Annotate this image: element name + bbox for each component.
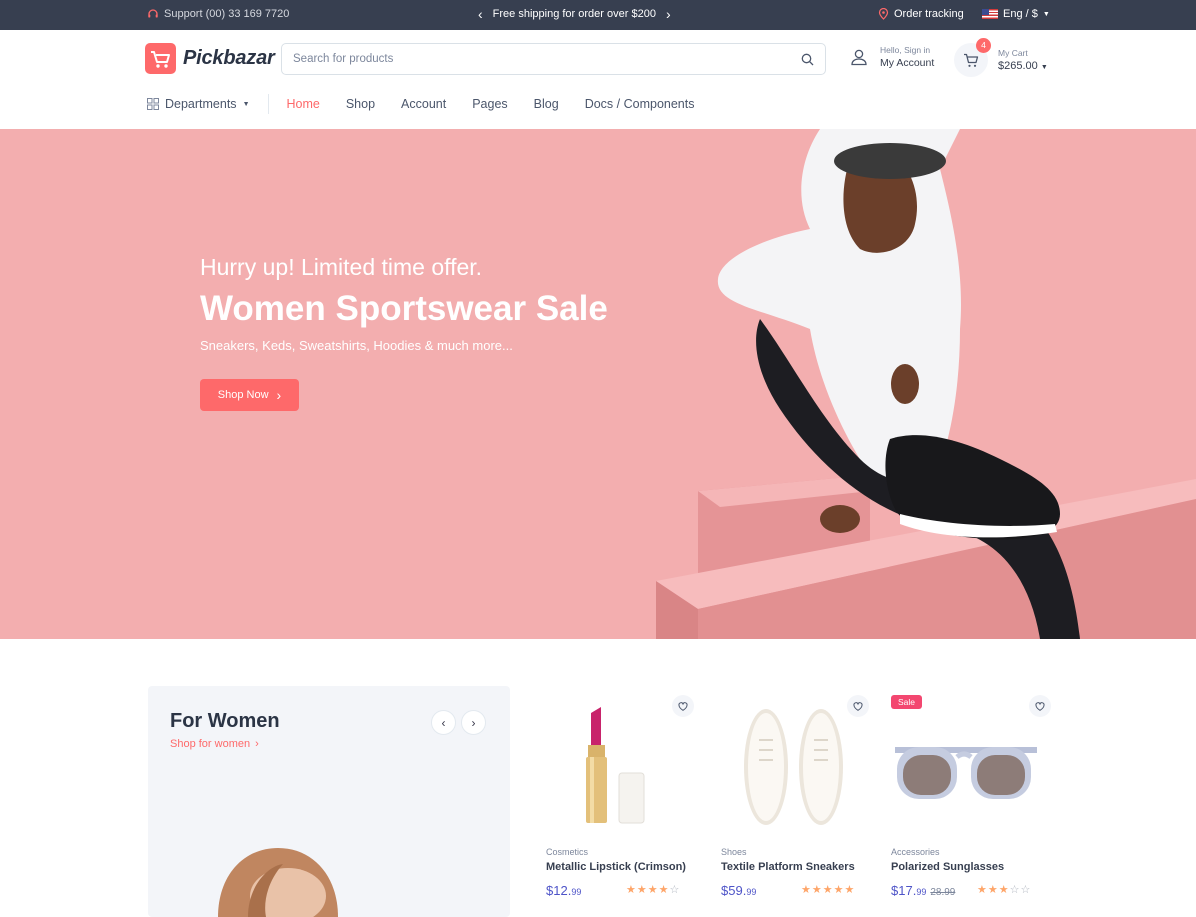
sneakers-image: [744, 709, 843, 825]
departments-label: Departments: [165, 97, 237, 111]
account-link[interactable]: Hello, Sign in My Account: [850, 45, 934, 69]
promo-text: Free shipping for order over $200: [492, 8, 656, 20]
old-price: 28.99: [930, 887, 956, 898]
departments-menu[interactable]: Departments ▼: [147, 94, 269, 114]
product-card[interactable]: Shoes Textile Platform Sneakers $59.99 ★…: [721, 690, 881, 917]
product-price: $59.99: [721, 883, 756, 898]
caret-down-icon: ▼: [1042, 10, 1050, 18]
price-cents: 99: [746, 887, 757, 897]
rating-stars: ★★★☆☆: [977, 883, 1031, 896]
chevron-right-icon: ›: [276, 387, 282, 403]
cart-icon: [964, 53, 979, 67]
star-filled-icon: ★★★: [977, 884, 1010, 896]
cart-widget[interactable]: 4 My Cart $265.00 ▼: [954, 38, 1048, 77]
promo-next-icon[interactable]: ›: [666, 7, 671, 21]
map-pin-icon: [878, 8, 889, 20]
nav-item-home[interactable]: Home: [287, 97, 320, 111]
product-name[interactable]: Polarized Sunglasses: [891, 861, 1004, 873]
product-category: Shoes: [721, 847, 747, 857]
product-price: $17.99 28.99: [891, 883, 955, 898]
price-main: $59.: [721, 883, 747, 898]
cart-count-badge: 4: [976, 38, 991, 53]
search-input[interactable]: [293, 53, 801, 65]
account-label: My Account: [880, 57, 935, 69]
tracking-text: Order tracking: [894, 8, 964, 20]
language-currency-selector[interactable]: Eng / $ ▼: [982, 8, 1050, 20]
main-nav: Departments ▼ Home Shop Account Pages Bl…: [147, 94, 694, 114]
price-main: $12.: [546, 883, 572, 898]
star-empty-icon: ☆: [669, 884, 681, 896]
product-card[interactable]: Sale Accessories Polarized Sunglasses $1…: [891, 690, 1051, 917]
shop-now-button[interactable]: Shop Now ›: [200, 379, 299, 411]
cart-total: $265.00 ▼: [998, 60, 1048, 72]
price-cents: 99: [916, 887, 927, 897]
for-women-card: For Women Shop for women › ‹ ›: [148, 686, 510, 917]
cart-total-value: $265.00: [998, 60, 1038, 72]
caret-down-icon: ▼: [1040, 64, 1048, 71]
grid-icon: [147, 98, 159, 110]
headset-icon: [148, 9, 158, 18]
product-price: $12.99: [546, 883, 581, 898]
lipstick-image: [586, 707, 645, 824]
cart-label: My Cart: [998, 48, 1028, 58]
search-icon[interactable]: [801, 53, 814, 66]
caret-down-icon: ▼: [242, 100, 250, 108]
search-bar: [281, 43, 826, 75]
star-filled-icon: ★★★★: [626, 884, 670, 896]
hero-kicker: Hurry up! Limited time offer.: [200, 254, 483, 280]
nav-item-docs[interactable]: Docs / Components: [585, 97, 695, 111]
product-category: Cosmetics: [546, 847, 589, 857]
price-cents: 99: [571, 887, 582, 897]
promo-carousel: ‹ Free shipping for order over $200 ›: [478, 7, 671, 21]
product-name[interactable]: Textile Platform Sneakers: [721, 861, 855, 873]
women-model-image: [218, 848, 338, 917]
sunglasses-image: [895, 747, 1037, 799]
rating-stars: ★★★★★: [801, 883, 855, 896]
language-text: Eng / $: [1003, 8, 1038, 20]
cart-button[interactable]: 4: [954, 38, 991, 77]
order-tracking-link[interactable]: Order tracking: [878, 8, 964, 20]
user-icon: [851, 49, 867, 66]
account-greeting: Hello, Sign in: [880, 45, 931, 55]
star-filled-icon: ★★★★★: [801, 884, 856, 896]
top-bar: Support (00) 33 169 7720 ‹ Free shipping…: [0, 0, 1196, 30]
support-info[interactable]: Support (00) 33 169 7720: [147, 8, 289, 20]
shop-now-label: Shop Now: [217, 389, 269, 401]
star-empty-icon: ☆☆: [1009, 884, 1032, 896]
product-card[interactable]: Cosmetics Metallic Lipstick (Crimson) $1…: [546, 690, 706, 917]
nav-item-account[interactable]: Account: [401, 97, 446, 111]
logo-cart-icon: [145, 43, 176, 74]
product-name[interactable]: Metallic Lipstick (Crimson): [546, 861, 686, 873]
logo[interactable]: Pickbazar: [145, 43, 275, 74]
brand-name: Pickbazar: [183, 47, 275, 69]
nav-item-pages[interactable]: Pages: [472, 97, 507, 111]
hero-subtext: Sneakers, Keds, Sweatshirts, Hoodies & m…: [200, 338, 513, 353]
nav-item-blog[interactable]: Blog: [534, 97, 559, 111]
support-text: Support (00) 33 169 7720: [164, 8, 290, 20]
promo-prev-icon[interactable]: ‹: [478, 7, 483, 21]
us-flag-icon: [982, 9, 998, 19]
rating-stars: ★★★★☆: [626, 883, 680, 896]
hero-banner: Hurry up! Limited time offer. Women Spor…: [0, 129, 1196, 639]
hero-headline: Women Sportswear Sale: [200, 289, 608, 328]
price-main: $17.: [891, 883, 917, 898]
product-category: Accessories: [891, 847, 940, 857]
hero-model-image: [717, 129, 1080, 639]
nav-item-shop[interactable]: Shop: [346, 97, 375, 111]
